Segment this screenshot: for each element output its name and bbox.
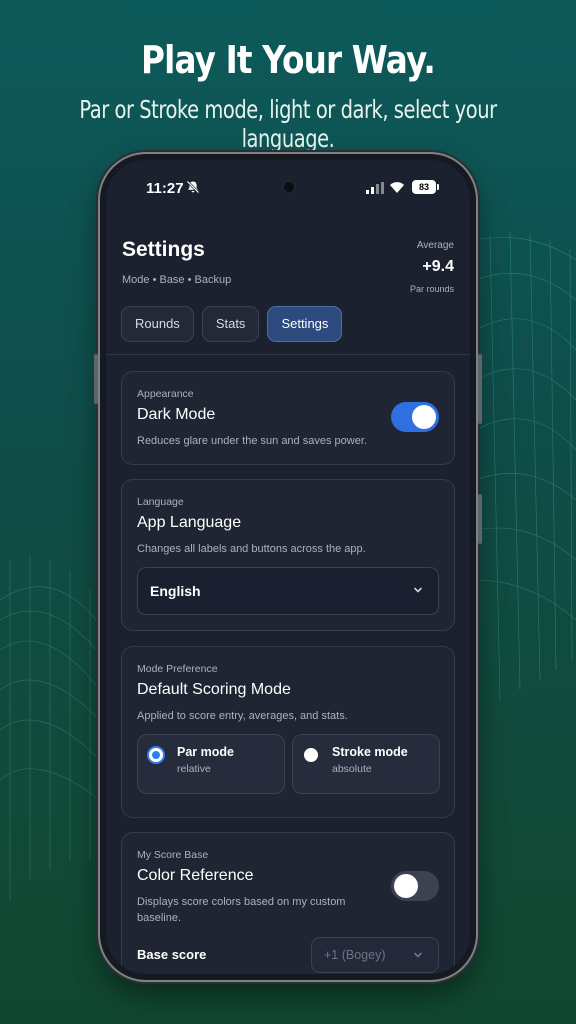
tab-bar: Rounds Stats Settings xyxy=(121,306,343,342)
chevron-down-icon xyxy=(414,587,422,593)
phone-side-button xyxy=(94,354,98,404)
app-screen: 11:27 83 Settings Mode • Base • Backup A… xyxy=(106,160,470,974)
signal-icon xyxy=(366,182,384,194)
par-mode-sublabel: relative xyxy=(177,763,211,775)
language-section-label: Language xyxy=(137,496,184,508)
language-select-value: English xyxy=(150,583,201,599)
phone-frame: 11:27 83 Settings Mode • Base • Backup A… xyxy=(94,154,482,980)
stroke-mode-sublabel: absolute xyxy=(332,763,372,775)
battery-indicator: 83 xyxy=(412,180,439,194)
phone-side-button xyxy=(478,494,482,544)
par-mode-radio[interactable] xyxy=(149,748,163,762)
color-reference-toggle[interactable] xyxy=(391,871,439,901)
chevron-down-icon xyxy=(414,952,422,958)
promo-headline: Play It Your Way. xyxy=(141,38,436,82)
stroke-mode-label: Stroke mode xyxy=(332,745,408,759)
stroke-mode-option[interactable]: Stroke mode absolute xyxy=(292,734,440,794)
dark-mode-title: Dark Mode xyxy=(137,406,216,423)
base-score-select[interactable]: +1 (Bogey) xyxy=(311,937,439,973)
phone-side-button xyxy=(478,354,482,424)
language-card: Language App Language Changes all labels… xyxy=(121,479,455,631)
toggle-knob xyxy=(394,874,418,898)
appearance-card: Appearance Dark Mode Reduces glare under… xyxy=(121,371,455,465)
par-mode-option[interactable]: Par mode relative xyxy=(137,734,285,794)
average-subtitle: Par rounds xyxy=(409,284,454,294)
toggle-knob xyxy=(412,405,436,429)
average-label: Average xyxy=(416,240,454,251)
tab-stats[interactable]: Stats xyxy=(201,306,260,342)
score-base-section-label: My Score Base xyxy=(137,849,209,861)
settings-header: Settings Mode • Base • Backup xyxy=(122,238,231,286)
status-time: 11:27 xyxy=(146,180,184,197)
app-language-description: Changes all labels and buttons across th… xyxy=(137,543,366,555)
status-bar: 11:27 83 xyxy=(106,160,470,210)
par-mode-label: Par mode xyxy=(177,745,234,759)
base-score-value: +1 (Bogey) xyxy=(324,948,386,962)
scoring-mode-description: Applied to score entry, averages, and st… xyxy=(137,710,348,722)
page-title: Settings xyxy=(122,238,205,261)
score-base-card: My Score Base Color Reference Displays s… xyxy=(121,832,455,974)
stroke-mode-radio[interactable] xyxy=(304,748,318,762)
color-reference-description: Displays score colors based on my custom… xyxy=(137,896,346,924)
language-select[interactable]: English xyxy=(137,567,439,615)
base-score-label: Base score xyxy=(137,947,207,962)
page-subtitle: Mode • Base • Backup xyxy=(122,274,232,286)
app-language-title: App Language xyxy=(137,514,242,531)
tab-rounds[interactable]: Rounds xyxy=(121,306,194,342)
bell-muted-icon xyxy=(186,180,200,194)
average-value: +9.4 xyxy=(422,258,454,275)
tab-settings[interactable]: Settings xyxy=(267,306,343,342)
color-reference-title: Color Reference xyxy=(137,867,254,884)
wifi-icon xyxy=(390,182,404,193)
appearance-section-label: Appearance xyxy=(137,388,194,400)
header-divider xyxy=(106,354,470,355)
front-camera xyxy=(281,179,297,195)
promo-subline: Par or Stroke mode, light or dark, selec… xyxy=(79,95,497,153)
dark-mode-description: Reduces glare under the sun and saves po… xyxy=(137,435,367,447)
mode-preference-card: Mode Preference Default Scoring Mode App… xyxy=(121,646,455,818)
mode-section-label: Mode Preference xyxy=(137,663,218,675)
average-summary: Average +9.4 Par rounds xyxy=(410,240,454,294)
dark-mode-toggle[interactable] xyxy=(391,402,439,432)
scoring-mode-title: Default Scoring Mode xyxy=(137,681,291,698)
